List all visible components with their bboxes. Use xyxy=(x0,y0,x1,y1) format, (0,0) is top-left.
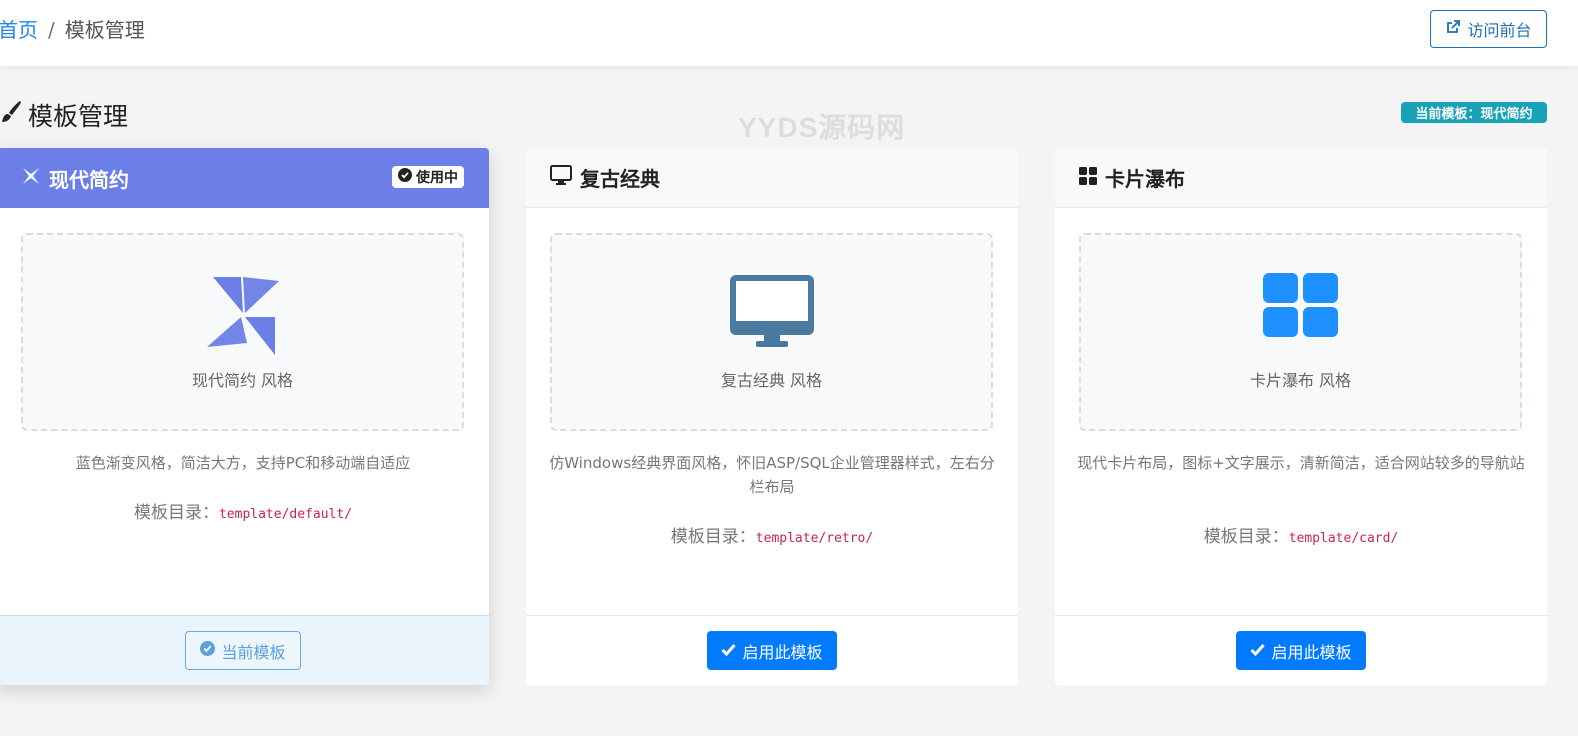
page-title: 模板管理 xyxy=(0,97,128,133)
enable-template-button[interactable]: 启用此模板 xyxy=(707,631,837,670)
preview-caption: 卡片瀑布 风格 xyxy=(1249,371,1352,390)
in-use-badge: 使用中 xyxy=(392,166,464,188)
template-description: 蓝色渐变风格，简洁大方，支持PC和移动端自适应 xyxy=(75,454,411,472)
check-icon xyxy=(1250,641,1266,660)
enable-template-label: 启用此模板 xyxy=(742,642,823,662)
external-link-icon xyxy=(1445,19,1461,39)
template-directory: 模板目录：template/default/ xyxy=(0,498,489,523)
breadcrumb: 首页 / 模板管理 xyxy=(0,16,145,44)
template-directory: 模板目录：template/retro/ xyxy=(526,522,1018,547)
check-circle-icon xyxy=(398,168,412,186)
template-preview: 复古经典 风格 xyxy=(550,233,993,431)
in-use-label: 使用中 xyxy=(416,170,458,186)
check-icon xyxy=(721,641,737,660)
directory-label: 模板目录： xyxy=(1203,527,1289,547)
preview-caption: 现代简约 风格 xyxy=(191,371,294,390)
directory-label: 模板目录： xyxy=(133,503,219,523)
grid-icon xyxy=(1262,273,1339,343)
card-header: 卡片瀑布 xyxy=(1055,148,1547,208)
card-title: 复古经典 xyxy=(580,167,660,191)
card-footer: 启用此模板 xyxy=(526,615,1018,685)
template-directory: 模板目录：template/card/ xyxy=(1055,522,1547,547)
card-title: 现代简约 xyxy=(49,167,129,192)
check-circle-icon xyxy=(200,641,216,660)
breadcrumb-home-link[interactable]: 首页 xyxy=(0,16,38,44)
template-description: 现代卡片布局，图标+文字展示，清新简洁，适合网站较多的导航站 xyxy=(1077,454,1525,472)
template-card-retro: 复古经典 复古经典 风格 仿Windows经典界面风格，怀旧ASP/SQL企业管… xyxy=(526,148,1018,685)
template-card-card: 卡片瀑布 卡片瀑布 风格 现代卡片布局，图标+文字展示，清新简洁，适合网站较多的… xyxy=(1055,148,1547,685)
current-template-badge: 当前模板：现代简约 xyxy=(1401,102,1547,123)
paintbrush-icon xyxy=(0,99,22,131)
template-description: 仿Windows经典界面风格，怀旧ASP/SQL企业管理器样式，左右分栏布局 xyxy=(549,454,995,496)
visit-frontend-label: 访问前台 xyxy=(1467,21,1532,40)
enable-template-label: 启用此模板 xyxy=(1271,642,1352,662)
template-preview: 卡片瀑布 风格 xyxy=(1079,233,1522,431)
breadcrumb-current: 模板管理 xyxy=(64,18,145,42)
desktop-icon xyxy=(728,273,816,353)
card-footer: 当前模板 xyxy=(0,615,489,685)
preview-caption: 复古经典 风格 xyxy=(720,371,823,390)
card-title: 卡片瀑布 xyxy=(1105,167,1185,191)
page-title-text: 模板管理 xyxy=(28,102,129,131)
directory-label: 模板目录： xyxy=(670,527,756,547)
watermark: YYDS源码网 xyxy=(738,112,906,143)
directory-path: template/card/ xyxy=(1288,531,1399,546)
top-bar: 首页 / 模板管理 访问前台 xyxy=(0,0,1578,66)
breadcrumb-separator: / xyxy=(48,18,55,42)
enable-template-button[interactable]: 启用此模板 xyxy=(1236,631,1366,670)
card-header: 复古经典 xyxy=(526,148,1018,208)
pinwheel-icon xyxy=(21,166,41,191)
grid-icon xyxy=(1079,166,1097,190)
template-preview: 现代简约 风格 xyxy=(21,233,464,431)
directory-path: template/retro/ xyxy=(755,531,874,546)
visit-frontend-button[interactable]: 访问前台 xyxy=(1430,10,1547,48)
desktop-icon xyxy=(550,165,572,190)
directory-path: template/default/ xyxy=(218,507,353,522)
card-header: 现代简约 使用中 xyxy=(0,148,489,208)
current-template-button[interactable]: 当前模板 xyxy=(185,631,301,670)
pinwheel-icon xyxy=(203,273,283,361)
card-footer: 启用此模板 xyxy=(1055,615,1547,685)
current-template-label: 当前模板 xyxy=(221,642,286,662)
template-card-modern: 现代简约 使用中 现代简约 风格 蓝色渐变风格，简洁大方，支持PC和移动端自适应… xyxy=(0,148,489,685)
